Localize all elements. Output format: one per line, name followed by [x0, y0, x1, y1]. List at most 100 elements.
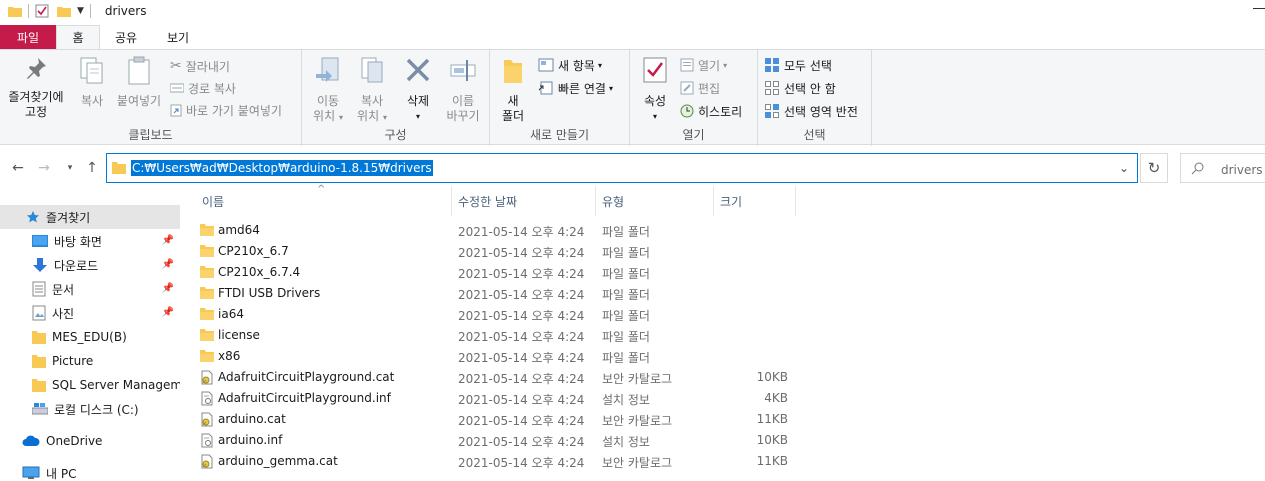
- file-row[interactable]: CP210x_6.7.4 2021-05-14 오후 4:24 파일 폴더: [196, 262, 796, 283]
- file-row[interactable]: arduino_gemma.cat 2021-05-14 오후 4:24 보안 카탈…: [196, 451, 796, 472]
- file-date: 2021-05-14 오후 4:24: [458, 225, 585, 239]
- setup-information-icon: [200, 433, 214, 451]
- file-name: FTDI USB Drivers: [218, 286, 321, 300]
- invert-selection-button[interactable]: 선택 영역 반전: [764, 101, 858, 121]
- tab-home[interactable]: 홈: [56, 25, 100, 49]
- column-header-type[interactable]: 유형: [596, 186, 714, 216]
- file-row[interactable]: FTDI USB Drivers 2021-05-14 오후 4:24 파일 폴더: [196, 283, 796, 304]
- nav-item-local-disk[interactable]: 로컬 디스크 (C:): [0, 397, 180, 421]
- address-path[interactable]: C:₩Users₩ad₩Desktop₩arduino-1.8.15₩drive…: [131, 160, 433, 176]
- file-name: AdafruitCircuitPlayground.inf: [218, 391, 391, 405]
- nav-item-mes-edu[interactable]: MES_EDU(B): [0, 325, 180, 349]
- scissors-icon: ✂: [170, 58, 182, 74]
- new-folder-icon: [504, 60, 522, 83]
- select-all-label: 모두 선택: [784, 58, 832, 73]
- file-date: 2021-05-14 오후 4:24: [458, 330, 585, 344]
- security-catalog-icon: [200, 412, 214, 430]
- column-header-size[interactable]: 크기: [714, 186, 796, 216]
- file-row[interactable]: AdafruitCircuitPlayground.cat 2021-05-14 …: [196, 367, 796, 388]
- cut-button[interactable]: ✂ 잘라내기: [170, 56, 230, 76]
- new-item-button[interactable]: 새 항목 ▾: [538, 55, 602, 75]
- nav-item-picture[interactable]: Picture: [0, 349, 180, 373]
- nav-item-downloads[interactable]: 다운로드 📌: [0, 253, 180, 277]
- move-to-button[interactable]: 이동 위치 ▾: [308, 56, 348, 125]
- file-row[interactable]: CP210x_6.7 2021-05-14 오후 4:24 파일 폴더: [196, 241, 796, 262]
- ribbon: 즐겨찾기에 고정 복사 붙여넣기 ✂ 잘라내기 경로 복사 바로 가기 붙여넣기…: [0, 49, 1265, 146]
- file-row[interactable]: arduino.cat 2021-05-14 오후 4:24 보안 카탈로그 11KB: [196, 409, 796, 430]
- file-row[interactable]: AdafruitCircuitPlayground.inf 2021-05-14 …: [196, 388, 796, 409]
- select-none-button[interactable]: 선택 안 함: [764, 78, 836, 98]
- new-folder-button[interactable]: 새 폴더: [498, 56, 528, 124]
- paste-button[interactable]: 붙여넣기: [114, 56, 164, 109]
- nav-item-desktop[interactable]: 바탕 화면 📌: [0, 229, 180, 253]
- move-to-icon: [316, 57, 339, 82]
- refresh-icon[interactable]: ↻: [1140, 153, 1168, 183]
- delete-button[interactable]: 삭제 ▾: [400, 56, 436, 124]
- pin-icon[interactable]: 📌: [162, 235, 174, 246]
- pin-icon[interactable]: 📌: [162, 259, 174, 270]
- copy-to-label-1: 복사: [360, 94, 384, 108]
- select-all-button[interactable]: 모두 선택: [764, 55, 832, 75]
- back-arrow-icon[interactable]: ←: [8, 158, 28, 178]
- file-row[interactable]: license 2021-05-14 오후 4:24 파일 폴더: [196, 325, 796, 346]
- recent-locations-chevron-icon[interactable]: ▾: [60, 158, 80, 178]
- file-row[interactable]: ia64 2021-05-14 오후 4:24 파일 폴더: [196, 304, 796, 325]
- chevron-down-icon: ▾: [597, 60, 602, 70]
- open-icon: [680, 58, 694, 72]
- paste-shortcut-button[interactable]: 바로 가기 붙여넣기: [170, 100, 282, 120]
- edit-button[interactable]: 편집: [680, 78, 720, 98]
- search-placeholder: drivers 검: [1221, 163, 1265, 177]
- paste-shortcut-label: 바로 가기 붙여넣기: [186, 103, 282, 118]
- tab-share[interactable]: 공유: [100, 25, 152, 49]
- pin-icon[interactable]: 📌: [162, 307, 174, 318]
- nav-item-documents[interactable]: 문서 📌: [0, 277, 180, 301]
- document-icon: [32, 281, 46, 297]
- customize-quick-access-icon[interactable]: ▼: [77, 6, 84, 16]
- copy-button[interactable]: 복사: [74, 56, 110, 109]
- rename-button[interactable]: 이름 바꾸기: [442, 56, 484, 124]
- properties-quick-access-icon[interactable]: [35, 4, 49, 18]
- chevron-down-icon: ▾: [608, 83, 613, 93]
- nav-item-onedrive[interactable]: OneDrive: [0, 429, 180, 453]
- copy-to-button[interactable]: 복사 위치 ▾: [352, 56, 392, 125]
- copy-label: 복사: [80, 94, 104, 108]
- rename-icon: [450, 60, 476, 81]
- easy-access-button[interactable]: 빠른 연결 ▾: [538, 78, 613, 98]
- nav-item-this-pc[interactable]: 내 PC: [0, 461, 180, 481]
- chevron-down-icon[interactable]: ⌄: [1119, 161, 1129, 175]
- search-box[interactable]: drivers 검: [1180, 153, 1265, 183]
- new-folder-quick-access-icon[interactable]: [57, 5, 71, 17]
- security-catalog-icon: [200, 454, 214, 472]
- column-headers: ^ 이름 수정한 날짜 유형 크기: [196, 184, 796, 216]
- move-to-label-1: 이동: [316, 94, 340, 108]
- file-size: 10KB: [756, 433, 788, 447]
- address-bar[interactable]: C:₩Users₩ad₩Desktop₩arduino-1.8.15₩drive…: [106, 153, 1138, 183]
- column-header-name[interactable]: 이름: [196, 186, 452, 216]
- nav-item-quick-access[interactable]: 즐겨찾기: [0, 205, 180, 229]
- history-button[interactable]: 히스토리: [680, 101, 742, 121]
- move-to-label-2-text: 위치: [313, 109, 336, 123]
- nav-item-pictures[interactable]: 사진 📌: [0, 301, 180, 325]
- divider: [89, 4, 91, 18]
- file-type: 파일 폴더: [602, 351, 650, 365]
- copy-path-button[interactable]: 경로 복사: [170, 78, 236, 98]
- forward-arrow-icon[interactable]: →: [34, 158, 54, 178]
- pin-icon[interactable]: 📌: [162, 283, 174, 294]
- minimize-icon[interactable]: [1253, 8, 1265, 9]
- nav-item-sql-server[interactable]: SQL Server Manageme: [0, 373, 180, 397]
- open-button[interactable]: 열기 ▾: [680, 55, 727, 75]
- window-title: drivers: [104, 4, 147, 18]
- tab-view[interactable]: 보기: [152, 25, 204, 49]
- file-row[interactable]: arduino.inf 2021-05-14 오후 4:24 설치 정보 10KB: [196, 430, 796, 451]
- up-arrow-icon[interactable]: ↑: [82, 158, 102, 178]
- copy-path-icon: [170, 83, 184, 93]
- column-header-date[interactable]: 수정한 날짜: [452, 186, 596, 216]
- folder-icon: [112, 162, 126, 174]
- tab-file[interactable]: 파일: [0, 25, 56, 49]
- properties-button[interactable]: 속성 ▾: [638, 56, 672, 124]
- file-size: 4KB: [764, 391, 788, 405]
- file-row[interactable]: x86 2021-05-14 오후 4:24 파일 폴더: [196, 346, 796, 367]
- pin-to-quick-access-button[interactable]: 즐겨찾기에 고정: [4, 56, 68, 120]
- file-row[interactable]: amd64 2021-05-14 오후 4:24 파일 폴더: [196, 220, 796, 241]
- download-icon: [33, 258, 47, 272]
